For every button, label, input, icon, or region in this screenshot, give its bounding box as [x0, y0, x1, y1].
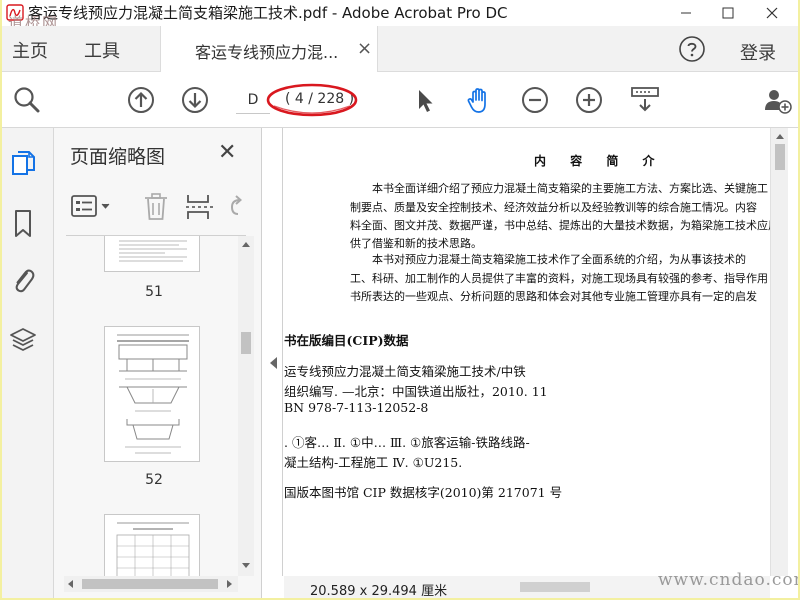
- page-size-label: 20.589 x 29.494 厘米: [310, 584, 448, 598]
- thumbnail-preview: [116, 522, 190, 576]
- intro-line: 本书全面详细介绍了预应力混凝土简支箱梁的主要施工方法、方案比选、关键施工: [372, 182, 768, 195]
- thumbnail-preview: [119, 240, 187, 262]
- pdf-page-content: 内 容 简 介 本书全面详细介绍了预应力混凝土简支箱梁的主要施工方法、方案比选、…: [284, 128, 770, 576]
- page-thumbnail[interactable]: [104, 236, 200, 272]
- document-tab-close-icon[interactable]: ×: [357, 38, 372, 59]
- document-tab-label: 客运专线预应力混...: [195, 43, 339, 62]
- thumbnail-list: 51 52: [54, 236, 238, 576]
- close-thumbnails-icon[interactable]: ✕: [218, 140, 236, 165]
- thumbnails-panel-title: 页面缩略图: [70, 146, 166, 168]
- tab-tools[interactable]: 工具: [84, 37, 120, 63]
- thumbnail-page-number: 52: [145, 472, 163, 488]
- intro-line: 工、科研、加工制作的人员提供了丰富的资料，对施工现场具有较强的参考、指导作用: [350, 272, 768, 285]
- thumbnail-vertical-scrollbar[interactable]: [238, 236, 254, 576]
- page-thumbnail[interactable]: [104, 514, 200, 576]
- acrobat-window: 客运专线预应力混凝土简支箱梁施工技术.pdf - Adobe Acrobat P…: [2, 0, 798, 598]
- thumbnail-tools: [66, 184, 246, 236]
- thumbnail-page-number: 51: [145, 284, 163, 300]
- delete-page-icon[interactable]: [142, 192, 170, 222]
- scroll-down-arrow-icon[interactable]: [241, 562, 251, 570]
- cip-heading: 书在版编目(CIP)数据: [284, 333, 409, 348]
- intro-heading: 内 容 简 介: [534, 154, 665, 168]
- cip-line: . ①客… Ⅱ. ①中… Ⅲ. ①旅客运输-铁路线路-: [284, 435, 530, 450]
- toolbar: ( 4 / 228 ): [2, 72, 798, 128]
- tab-bar: 主页 工具 客运专线预应力混... × 登录: [2, 26, 798, 72]
- document-vertical-scrollbar[interactable]: [770, 128, 788, 576]
- help-icon[interactable]: [678, 35, 706, 63]
- bookmarks-icon[interactable]: [8, 208, 38, 240]
- scroll-right-arrow-icon[interactable]: [226, 579, 234, 589]
- watermark-bottom-right: www.cndao.com: [658, 570, 798, 590]
- scroll-left-arrow-icon[interactable]: [66, 579, 74, 589]
- thumbnail-preview: [117, 334, 189, 454]
- document-view: 内 容 简 介 本书全面详细介绍了预应力混凝土简支箱梁的主要施工方法、方案比选、…: [262, 128, 798, 598]
- intro-line: 料全面、图文并茂、数据严谨，书中总结、提炼出的大量技术数据，为箱梁施工技术应用: [350, 219, 770, 232]
- cip-line: 凝土结构-工程施工 Ⅳ. ①U215.: [284, 455, 463, 470]
- sign-in-link[interactable]: 登录: [740, 39, 776, 65]
- previous-page-icon[interactable]: [126, 85, 156, 115]
- minimize-button[interactable]: [666, 0, 706, 26]
- title-bar: 客运专线预应力混凝土简支箱梁施工技术.pdf - Adobe Acrobat P…: [2, 0, 798, 32]
- cip-line: 运专线预应力混凝土简支箱梁施工技术/中铁: [284, 364, 526, 379]
- document-scroll-thumb[interactable]: [775, 144, 785, 170]
- scroll-up-arrow-icon[interactable]: [775, 132, 785, 140]
- cip-line: 组织编写. —北京：中国铁道出版社，2010. 11: [284, 384, 548, 399]
- scroll-up-arrow-icon[interactable]: [241, 240, 251, 248]
- thumbnail-scroll-thumb[interactable]: [241, 332, 251, 354]
- undo-icon[interactable]: [226, 192, 248, 222]
- maximize-button[interactable]: [708, 0, 748, 26]
- document-tab[interactable]: 客运专线预应力混... ×: [160, 26, 378, 72]
- cip-line: BN 978-7-113-12052-8: [284, 400, 429, 415]
- page-thumbnails-icon[interactable]: [8, 148, 38, 180]
- intro-line: 本书对预应力混凝土简支箱梁施工技术作了全面系统的介绍，为从事该技术的: [372, 253, 746, 266]
- select-tool-icon[interactable]: [410, 85, 440, 115]
- tab-home[interactable]: 主页: [12, 37, 48, 63]
- intro-line: 供了借鉴和新的技术思路。: [350, 237, 482, 250]
- zoom-in-icon[interactable]: [574, 85, 604, 115]
- page-thumbnail[interactable]: [104, 326, 200, 462]
- page-thumbnails-panel: 页面缩略图 ✕ 51 52: [54, 128, 262, 598]
- red-annotation-ellipse: [266, 83, 358, 117]
- thumbnail-horizontal-scroll-thumb[interactable]: [82, 579, 218, 589]
- window-title: 客运专线预应力混凝土简支箱梁施工技术.pdf - Adobe Acrobat P…: [28, 4, 508, 22]
- zoom-out-icon[interactable]: [520, 85, 550, 115]
- intro-line: 书所表达的一些观点、分析问题的思路和体会对其他专业施工管理亦具有一定的启发: [350, 290, 757, 303]
- close-window-button[interactable]: [752, 0, 792, 26]
- left-navigation-rail: [2, 128, 54, 598]
- hand-tool-icon[interactable]: [464, 85, 494, 115]
- collapse-panel-arrow-icon[interactable]: [268, 356, 278, 370]
- thumbnail-options-icon[interactable]: [70, 192, 114, 220]
- thumbnail-horizontal-scrollbar[interactable]: [64, 576, 238, 592]
- document-horizontal-scroll-thumb[interactable]: [520, 582, 590, 592]
- page-edge: [282, 128, 283, 576]
- attachments-icon[interactable]: [8, 264, 38, 296]
- add-user-icon[interactable]: [762, 85, 792, 115]
- intro-line: 制要点、质量及安全控制技术、经济效益分析以及经验教训等的综合施工情况。内容: [350, 201, 757, 214]
- cip-line: 国版本图书馆 CIP 数据核字(2010)第 217071 号: [284, 485, 563, 500]
- next-page-icon[interactable]: [180, 85, 210, 115]
- split-page-icon[interactable]: [184, 192, 214, 222]
- layers-icon[interactable]: [8, 324, 38, 356]
- search-icon[interactable]: [12, 85, 42, 115]
- page-display-icon[interactable]: [628, 85, 662, 115]
